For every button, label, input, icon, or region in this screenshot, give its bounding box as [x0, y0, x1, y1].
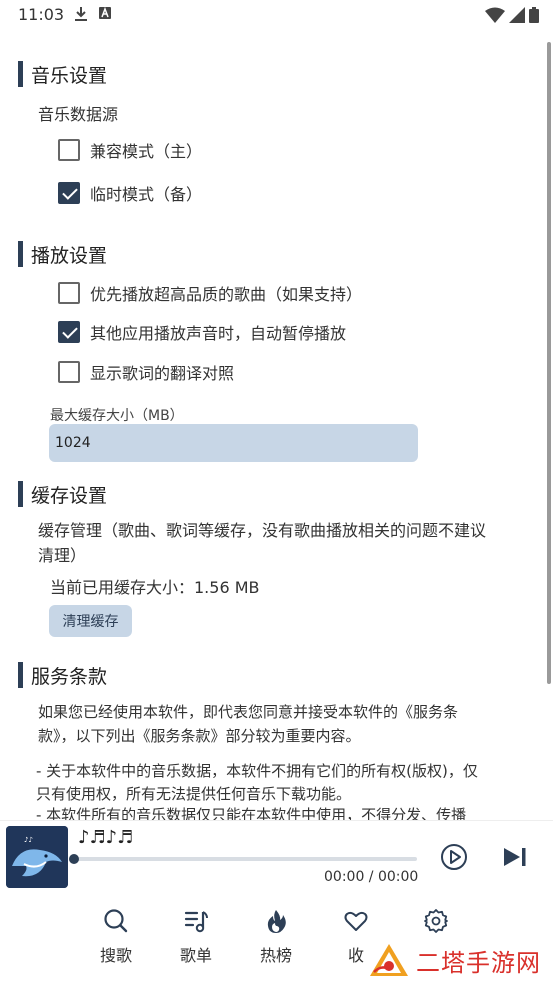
cache-size-label: 最大缓存大小（MB） [50, 408, 184, 424]
play-icon[interactable] [440, 843, 468, 871]
high-quality-label[interactable]: 优先播放超高品质的歌曲（如果支持） [90, 281, 362, 305]
section-marker [18, 241, 23, 267]
status-system-icons [485, 7, 539, 23]
section-marker [18, 481, 23, 507]
terms-item2-clip: - 本软件所有的音乐数据仅只能在本软件中使用，不得分发、传播 [36, 806, 536, 820]
watermark-logo [370, 944, 408, 976]
nav-item-charts[interactable]: 热榜 [246, 908, 306, 966]
svg-text:♪♪: ♪♪ [24, 836, 33, 844]
dolphin-logo-icon: ♪♪ [6, 826, 68, 888]
auto-pause-label[interactable]: 其他应用播放声音时，自动暂停播放 [90, 320, 346, 344]
high-quality-option[interactable]: 优先播放超高品质的歌曲（如果支持） [58, 281, 362, 305]
nav-item-settings[interactable] [406, 908, 466, 942]
lyrics-translation-option[interactable]: 显示歌词的翻译对照 [58, 360, 234, 384]
nav-label-charts[interactable]: 热榜 [260, 942, 292, 966]
gear-icon [424, 909, 448, 933]
cache-size-input[interactable]: 1024 [49, 424, 418, 462]
music-settings-title: 音乐设置 [31, 64, 108, 87]
status-time: 11:03 [18, 5, 65, 24]
cache-settings-title: 缓存设置 [31, 484, 108, 507]
auto-pause-option[interactable]: 其他应用播放声音时，自动暂停播放 [58, 320, 346, 344]
nav-label-playlist[interactable]: 歌单 [180, 942, 212, 966]
time-readout: 00:00 / 00:00 [324, 869, 419, 885]
cache-description-line2: 清理） [38, 546, 87, 565]
lyrics-translation-checkbox[interactable] [58, 361, 80, 383]
watermark: 二塔手游网 [368, 940, 548, 980]
text-a-icon [99, 6, 111, 19]
terms-item2-line1: - 本软件所有的音乐数据仅只能在本软件中使用，不得分发、传播 [36, 806, 467, 820]
play-settings-header: 播放设置 [18, 241, 107, 267]
cache-description-line1: 缓存管理（歌曲、歌词等缓存，没有歌曲播放相关的问题不建议 [38, 521, 487, 540]
clear-cache-button[interactable]: 清理缓存 [49, 605, 132, 637]
terms-header: 服务条款 [18, 662, 107, 688]
nav-label-favorites[interactable]: 收 [348, 942, 364, 966]
nav-label-search[interactable]: 搜歌 [100, 942, 132, 966]
progress-knob[interactable] [69, 854, 79, 864]
wifi-icon [485, 7, 505, 23]
playlist-icon [184, 911, 208, 933]
search-icon [104, 909, 128, 933]
battery-icon [529, 7, 539, 23]
song-title: ♪♬♪♬ [78, 827, 134, 848]
album-cover[interactable]: ♪♪ [6, 826, 68, 888]
mini-player[interactable]: ♪♪ ♪♬♪♬ 00:00 / 00:00 [0, 820, 553, 892]
temp-mode-option[interactable]: 临时模式（备） [58, 181, 202, 205]
status-notification-icons [74, 6, 112, 22]
heart-icon [344, 911, 368, 931]
lyrics-translation-label[interactable]: 显示歌词的翻译对照 [90, 360, 234, 384]
section-marker [18, 61, 23, 87]
section-marker [18, 662, 23, 688]
compat-mode-label[interactable]: 兼容模式（主） [90, 138, 202, 162]
progress-track[interactable] [73, 857, 417, 861]
scrollbar[interactable] [547, 42, 551, 684]
fire-icon [267, 910, 286, 933]
play-settings-title: 播放设置 [31, 244, 108, 267]
terms-intro-line2: 款》，以下列出《服务条款》部分较为重要内容。 [38, 727, 361, 745]
temp-mode-label[interactable]: 临时模式（备） [90, 181, 202, 205]
terms-intro-line1: 如果您已经使用本软件，即代表您同意并接受本软件的《服务条 [38, 703, 459, 721]
cache-settings-header: 缓存设置 [18, 481, 107, 507]
skip-next-icon[interactable] [502, 846, 528, 868]
status-bar: 11:03 [0, 0, 553, 30]
high-quality-checkbox[interactable] [58, 282, 80, 304]
music-source-label: 音乐数据源 [38, 105, 119, 124]
cache-current-usage: 当前已用缓存大小：1.56 MB [50, 578, 260, 597]
compat-mode-option[interactable]: 兼容模式（主） [58, 138, 202, 162]
temp-mode-checkbox[interactable] [58, 182, 80, 204]
music-settings-header: 音乐设置 [18, 61, 107, 87]
download-icon [75, 7, 87, 21]
nav-item-search[interactable]: 搜歌 [86, 908, 146, 966]
terms-title: 服务条款 [31, 665, 108, 688]
watermark-text: 二塔手游网 [416, 948, 541, 977]
nav-item-playlist[interactable]: 歌单 [166, 908, 226, 966]
compat-mode-checkbox[interactable] [58, 139, 80, 161]
terms-item1-line1: - 关于本软件中的音乐数据，本软件不拥有它们的所有权(版权)，仅 [36, 762, 478, 780]
signal-icon [509, 7, 525, 23]
terms-item1-line2: 只有使用权，所有无法提供任何音乐下载功能。 [36, 785, 352, 803]
auto-pause-checkbox[interactable] [58, 321, 80, 343]
